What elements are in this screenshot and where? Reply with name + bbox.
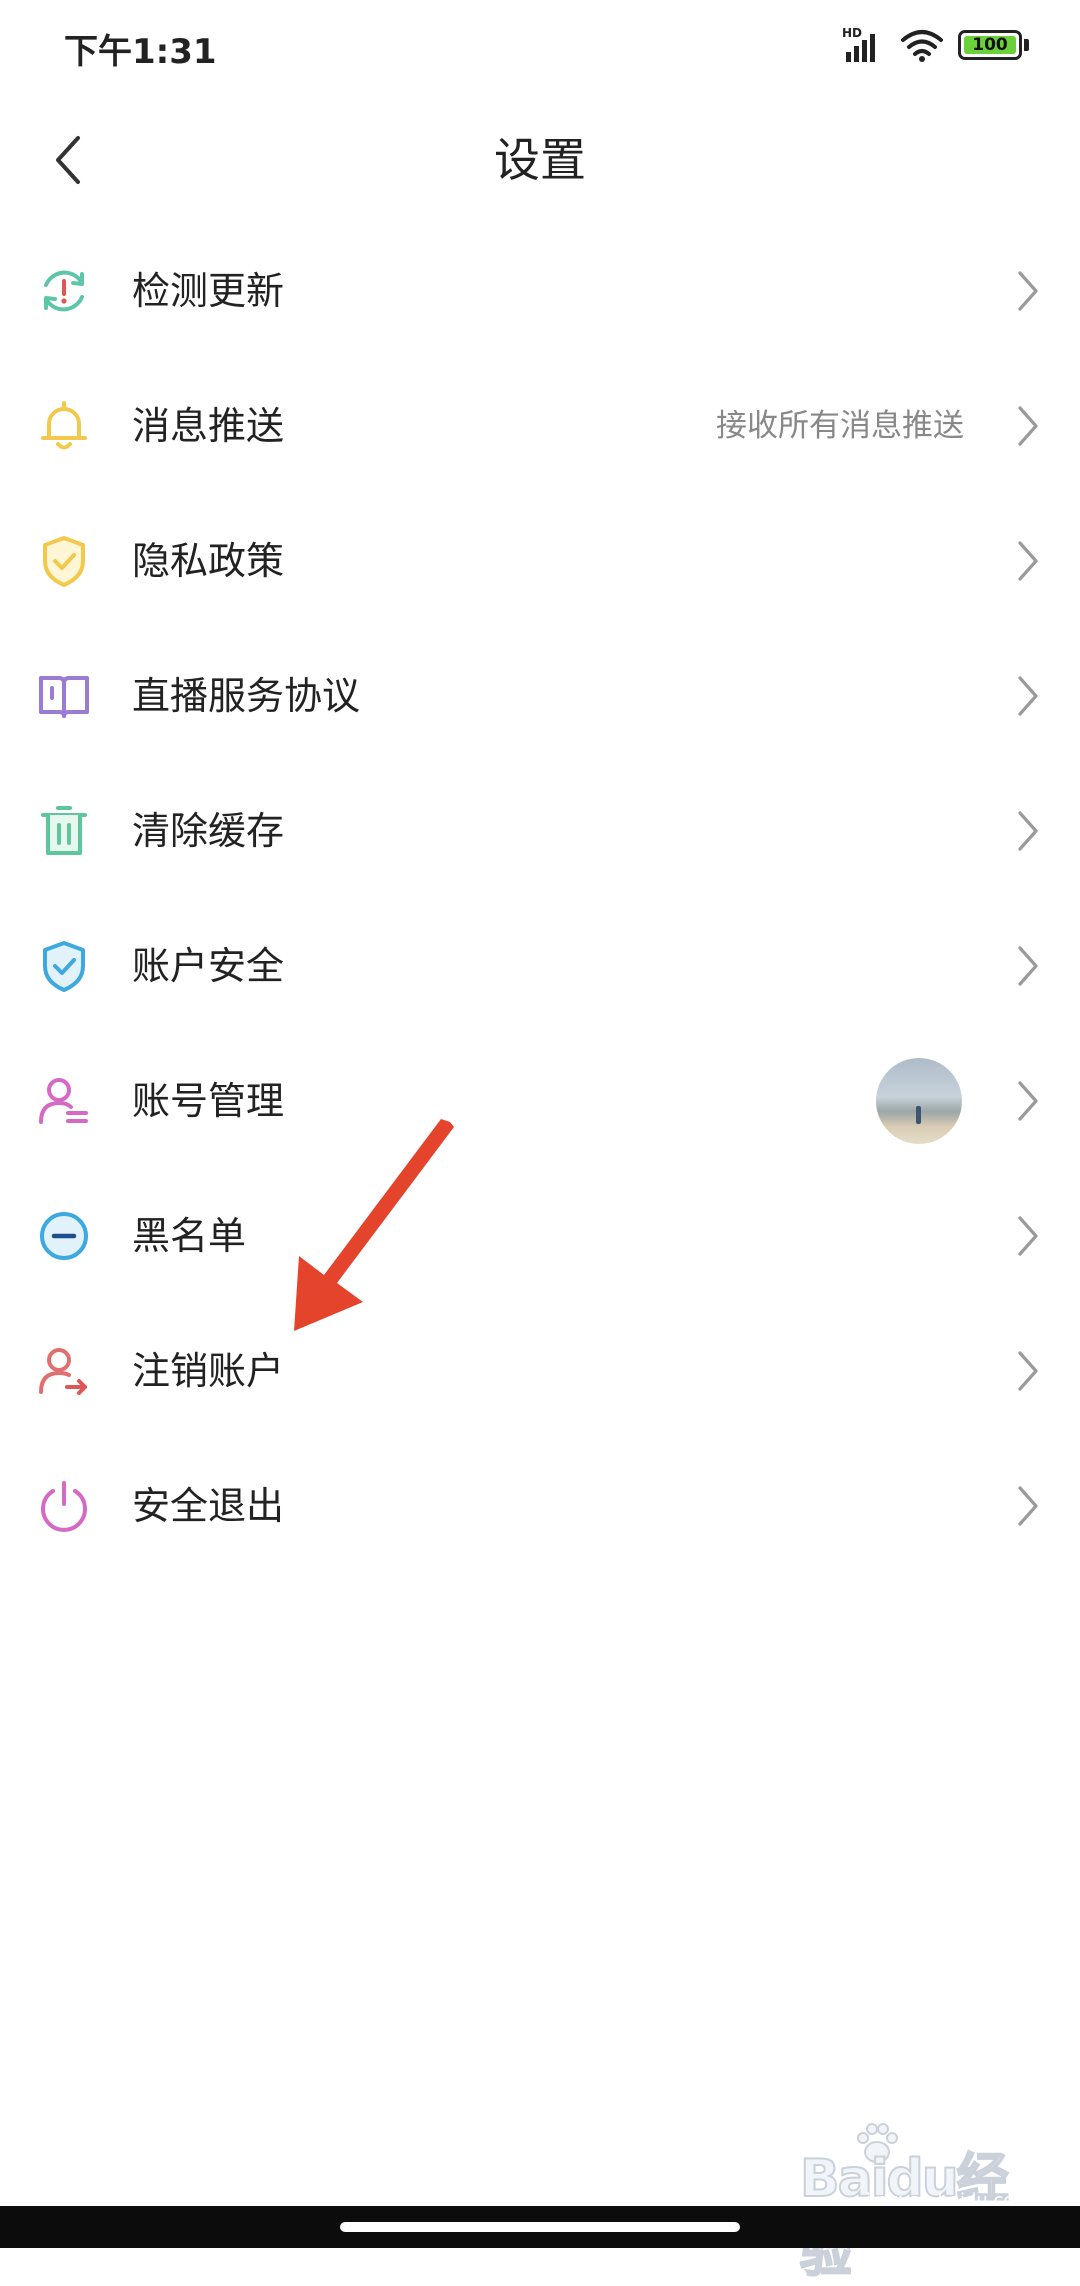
settings-item-privacy-policy[interactable]: 隐私政策 — [0, 493, 1080, 628]
status-time: 下午1:31 — [64, 32, 217, 72]
settings-item-label: 安全退出 — [132, 1484, 285, 1528]
avatar — [876, 1058, 962, 1144]
book-icon — [39, 676, 89, 718]
battery-icon: 100 — [958, 30, 1022, 60]
battery-level: 100 — [972, 35, 1008, 55]
wifi-icon — [901, 30, 943, 62]
trash-icon — [41, 806, 87, 855]
chevron-right-icon — [1018, 406, 1038, 446]
settings-item-value: 接收所有消息推送 — [716, 408, 964, 444]
bell-icon — [41, 401, 87, 450]
avatar-figure — [916, 1106, 921, 1124]
chevron-right-icon — [1018, 676, 1038, 716]
chevron-right-icon — [1018, 1216, 1038, 1256]
shield-check-icon — [43, 536, 85, 587]
settings-item-label: 黑名单 — [132, 1214, 247, 1258]
battery-tip — [1024, 39, 1029, 51]
settings-item-account-management[interactable]: 账号管理 — [0, 1033, 1080, 1168]
settings-item-label: 消息推送 — [132, 404, 285, 448]
settings-list: 检测更新 消息推送 接收所有消息推送 隐私政策 直播服务协议 清除缓存 账户安全… — [0, 223, 1080, 1573]
settings-item-label: 注销账户 — [132, 1349, 285, 1393]
home-indicator[interactable] — [340, 2222, 740, 2232]
settings-item-check-update[interactable]: 检测更新 — [0, 223, 1080, 358]
nav-bar: 设置 — [0, 110, 1080, 210]
shield-check-icon — [43, 941, 85, 992]
chevron-right-icon — [1018, 946, 1038, 986]
chevron-right-icon — [1018, 1351, 1038, 1391]
watermark: Baidu经验 jingyan.baidu.com — [799, 2118, 1040, 2285]
settings-item-clear-cache[interactable]: 清除缓存 — [0, 763, 1080, 898]
power-icon — [41, 1481, 87, 1532]
settings-item-label: 检测更新 — [132, 269, 285, 313]
settings-item-live-service-agreement[interactable]: 直播服务协议 — [0, 628, 1080, 763]
settings-item-label: 隐私政策 — [132, 539, 285, 583]
settings-item-account-security[interactable]: 账户安全 — [0, 898, 1080, 1033]
settings-item-push-notifications[interactable]: 消息推送 接收所有消息推送 — [0, 358, 1080, 493]
settings-item-label: 直播服务协议 — [132, 674, 361, 718]
bottom-bar — [0, 2206, 1080, 2248]
chevron-right-icon — [1018, 271, 1038, 311]
settings-item-blacklist[interactable]: 黑名单 — [0, 1168, 1080, 1303]
status-icons: HD 100 — [842, 24, 1042, 68]
user-list-icon — [39, 1078, 88, 1124]
settings-item-logout[interactable]: 安全退出 — [0, 1438, 1080, 1573]
chevron-right-icon — [1018, 1081, 1038, 1121]
settings-item-cancel-account[interactable]: 注销账户 — [0, 1303, 1080, 1438]
minus-circle-icon — [40, 1212, 88, 1260]
settings-item-label: 账户安全 — [132, 944, 285, 988]
status-bar: 下午1:31 HD 100 — [0, 0, 1080, 96]
chevron-right-icon — [1018, 541, 1038, 581]
settings-item-label: 账号管理 — [132, 1079, 285, 1123]
page-title: 设置 — [494, 133, 586, 187]
signal-icon — [846, 34, 875, 62]
chevron-right-icon — [1018, 811, 1038, 851]
update-check-icon — [44, 270, 84, 312]
user-logout-icon — [39, 1348, 87, 1395]
chevron-right-icon — [1018, 1486, 1038, 1526]
settings-item-label: 清除缓存 — [132, 809, 285, 853]
